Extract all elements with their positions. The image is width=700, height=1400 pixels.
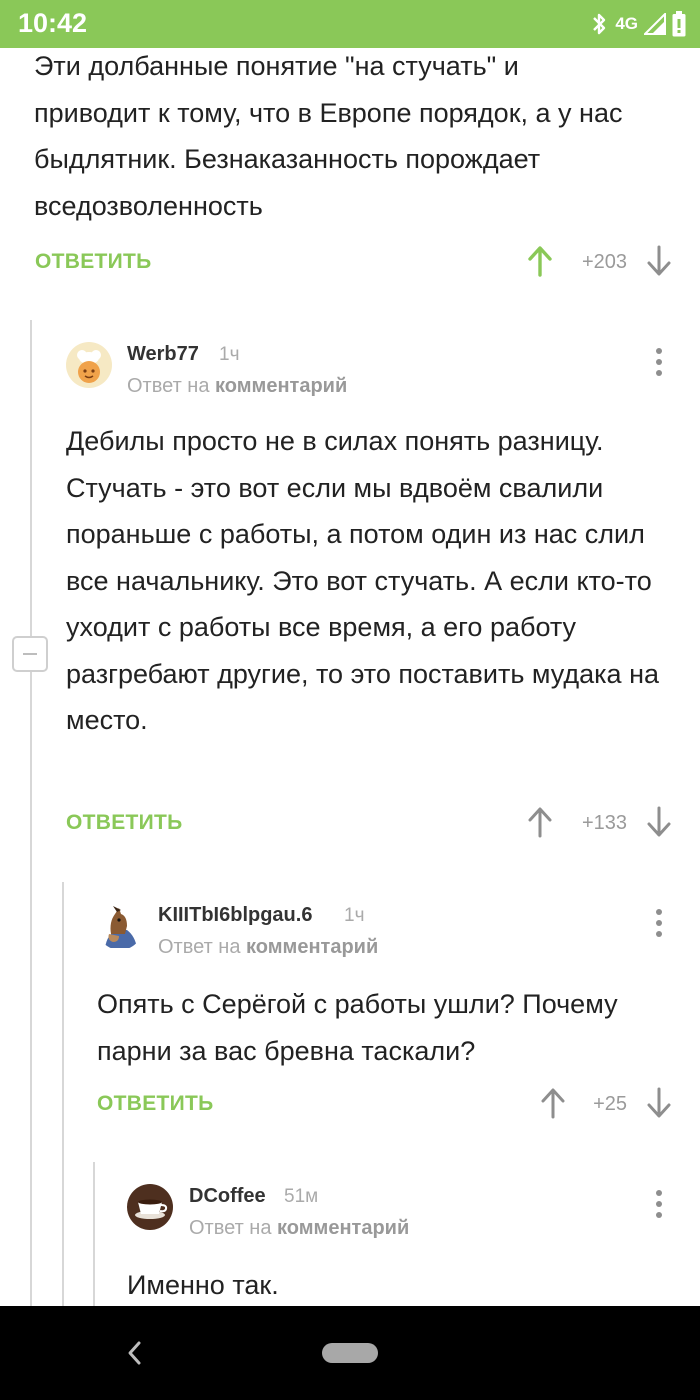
thread-line xyxy=(62,882,64,1306)
battery-icon xyxy=(672,11,686,37)
downvote-icon[interactable] xyxy=(646,806,672,838)
reply-prefix: Ответ на xyxy=(127,375,210,397)
status-icons: 4G xyxy=(591,9,686,39)
home-pill-icon[interactable] xyxy=(322,1343,378,1363)
comments-feed[interactable]: Эти долбанные понятие "на стучать" и при… xyxy=(0,48,700,1306)
username[interactable]: KIIITbI6blpgau.6 xyxy=(158,904,312,927)
collapse-thread-button[interactable] xyxy=(12,636,48,672)
reply-prefix: Ответ на xyxy=(158,936,241,958)
comment-time: 1ч xyxy=(219,344,240,365)
thread-line xyxy=(93,1162,95,1306)
username[interactable]: DCoffee xyxy=(189,1185,266,1208)
user-avatar[interactable] xyxy=(127,1184,173,1230)
reply-target-link[interactable]: комментарий xyxy=(277,1217,409,1239)
navigation-bar xyxy=(0,1306,700,1400)
thread-line xyxy=(30,320,32,1306)
reply-to-info: Ответ на комментарий xyxy=(189,1217,409,1240)
horse-avatar-icon xyxy=(97,904,143,950)
vote-score: +133 xyxy=(581,812,627,834)
username[interactable]: Werb77 xyxy=(127,343,199,366)
reply-target-link[interactable]: комментарий xyxy=(215,375,347,397)
reply-to-info: Ответ на комментарий xyxy=(158,936,378,959)
user-avatar[interactable] xyxy=(97,904,143,950)
chef-avatar-icon xyxy=(66,342,112,388)
more-options-icon[interactable] xyxy=(654,1190,664,1222)
signal-icon xyxy=(644,13,666,35)
downvote-icon[interactable] xyxy=(646,245,672,277)
reply-button[interactable]: ОТВЕТИТЬ xyxy=(35,250,152,274)
comment-text: Именно так. xyxy=(127,1270,279,1300)
bluetooth-icon xyxy=(593,13,606,35)
reply-target-link[interactable]: комментарий xyxy=(246,936,378,958)
comment-time: 1ч xyxy=(344,905,365,926)
reply-button[interactable]: ОТВЕТИТЬ xyxy=(97,1092,214,1116)
comment-text: Эти долбанные понятие "на стучать" и при… xyxy=(34,51,623,221)
status-time: 10:42 xyxy=(18,8,88,38)
downvote-icon[interactable] xyxy=(646,1087,672,1119)
comment-text: Опять с Серёгой с работы ушли? Почему па… xyxy=(97,989,618,1066)
coffee-cup-avatar-icon xyxy=(127,1184,173,1230)
more-options-icon[interactable] xyxy=(654,909,664,941)
comment-text: Дебилы просто не в силах понять разницу.… xyxy=(66,426,659,735)
network-type: 4G xyxy=(615,14,638,33)
more-options-icon[interactable] xyxy=(654,348,664,380)
vote-score: +25 xyxy=(593,1093,627,1115)
comment-time: 51м xyxy=(284,1186,319,1207)
upvote-icon[interactable] xyxy=(527,245,553,277)
status-bar: 10:42 4G xyxy=(0,0,700,48)
upvote-icon[interactable] xyxy=(527,806,553,838)
reply-button[interactable]: ОТВЕТИТЬ xyxy=(66,811,183,835)
user-avatar[interactable] xyxy=(66,342,112,388)
reply-prefix: Ответ на xyxy=(189,1217,272,1239)
back-icon[interactable] xyxy=(126,1340,142,1366)
reply-to-info: Ответ на комментарий xyxy=(127,375,347,398)
vote-score: +203 xyxy=(581,251,627,273)
